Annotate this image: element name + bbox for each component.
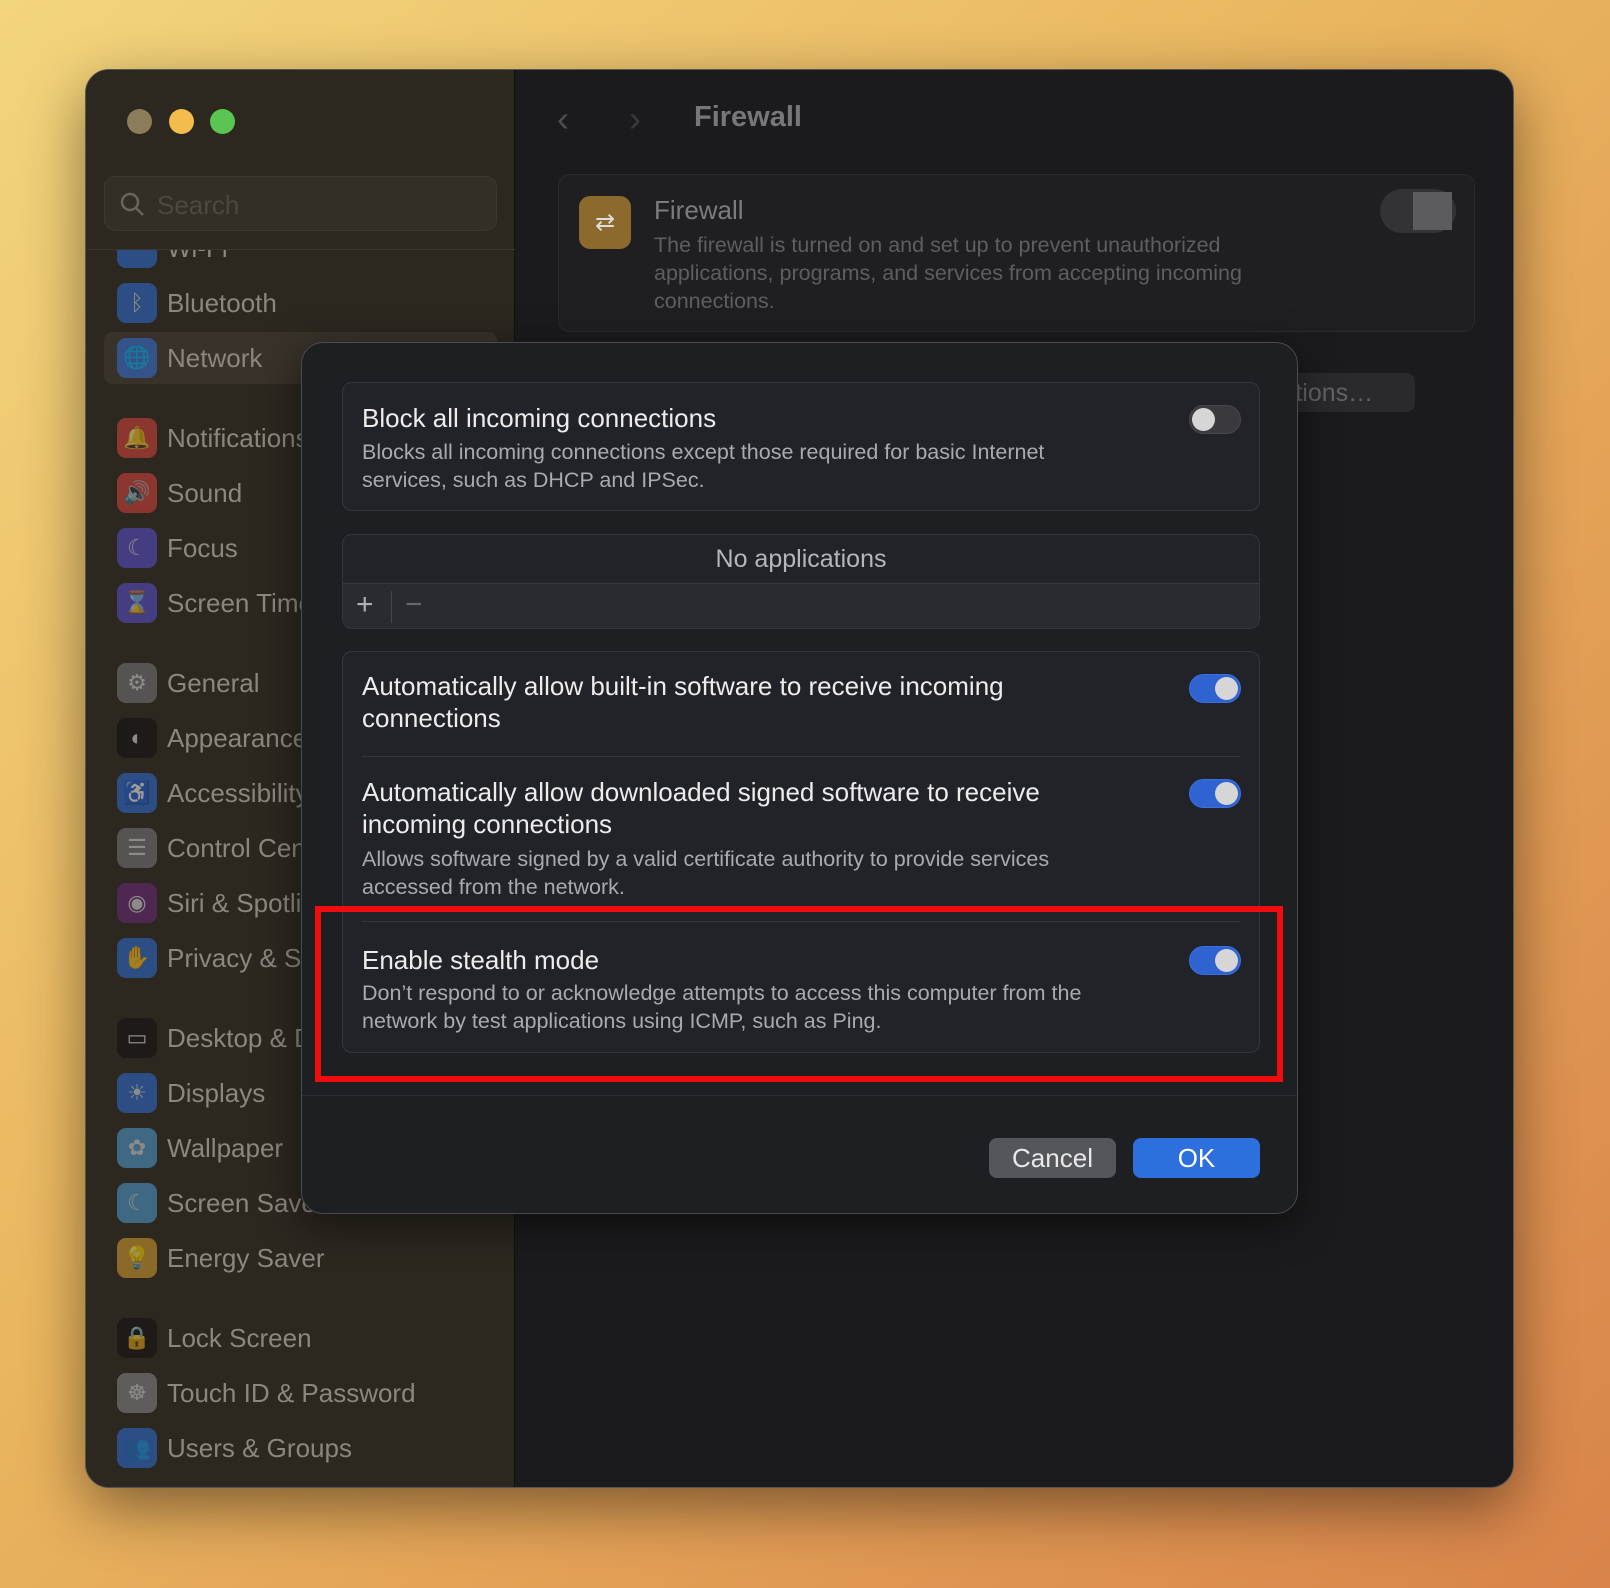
moon-icon: ☾ (117, 528, 157, 568)
fingerprint-icon: ☸ (117, 1373, 157, 1413)
sidebar-item-wi-fi[interactable]: ◠ Wi-Fi (104, 250, 497, 274)
desktop-icon: ▭ (117, 1018, 157, 1058)
block-all-title: Block all incoming connections (362, 403, 717, 433)
signed-description-line: accessed from the network. (362, 875, 625, 899)
sidebar-item-label: Appearance (167, 723, 308, 753)
divider (391, 591, 392, 623)
firewall-card: ⇄ Firewall The firewall is turned on and… (558, 174, 1475, 332)
signed-title-line: Automatically allow downloaded signed so… (362, 777, 1040, 807)
remove-app-button[interactable]: − (405, 588, 423, 622)
sidebar-item-label: Wi-Fi (167, 250, 228, 264)
sidebar-item-label: Energy Saver (167, 1243, 325, 1273)
users-icon: 👥 (117, 1428, 157, 1468)
screen-saver-icon: ☾ (117, 1183, 157, 1223)
sidebar-item-label: Screen Time (167, 588, 313, 618)
firewall-options-dialog: Block all incoming connections Blocks al… (301, 342, 1298, 1214)
sidebar-item-label: Bluetooth (167, 288, 277, 318)
back-button[interactable]: ‹ (557, 98, 569, 140)
firewall-shield-icon: ⇄ (579, 196, 631, 249)
list-toolbar: + − (343, 583, 1259, 628)
builtin-title-line: Automatically allow built-in software to… (362, 671, 1004, 701)
bell-icon: 🔔 (117, 418, 157, 458)
application-list: No applications + − (342, 534, 1260, 629)
sidebar-item-label: Accessibility (167, 778, 309, 808)
control-centre-icon: ☰ (117, 828, 157, 868)
page-title: Firewall (694, 101, 802, 133)
search-input[interactable]: Search (104, 176, 497, 231)
hourglass-icon: ⌛ (117, 583, 157, 623)
sidebar-item-label: Displays (167, 1078, 266, 1108)
block-all-toggle[interactable] (1189, 405, 1241, 434)
sidebar-item-label: Notifications (167, 423, 309, 453)
divider (362, 756, 1240, 757)
firewall-toggle[interactable] (1380, 189, 1456, 233)
signed-description-line: Allows software signed by a valid certif… (362, 847, 1050, 871)
sidebar-item-label: Focus (167, 533, 238, 563)
builtin-toggle[interactable] (1189, 674, 1241, 703)
divider (302, 1095, 1297, 1096)
block-all-description-line: Blocks all incoming connections except t… (362, 440, 1045, 464)
siri-icon: ◉ (117, 883, 157, 923)
gear-icon: ⚙ (117, 663, 157, 703)
ok-button[interactable]: OK (1133, 1138, 1260, 1178)
bluetooth-icon: ᛒ (117, 283, 157, 323)
sidebar-item-touch-id-password[interactable]: ☸ Touch ID & Password (104, 1367, 497, 1419)
sidebar-item-label: Wallpaper (167, 1133, 284, 1163)
flower-icon: ✿ (117, 1128, 157, 1168)
block-all-card: Block all incoming connections Blocks al… (342, 382, 1260, 511)
sidebar-item-lock-screen[interactable]: 🔒 Lock Screen (104, 1312, 497, 1364)
builtin-title-line: connections (362, 703, 501, 733)
cancel-button[interactable]: Cancel (989, 1138, 1116, 1178)
forward-button[interactable]: › (629, 98, 641, 140)
sidebar-item-label: Touch ID & Password (167, 1378, 416, 1408)
speaker-icon: 🔊 (117, 473, 157, 513)
block-all-description-line: services, such as DHCP and IPSec. (362, 468, 705, 492)
divider (86, 249, 515, 250)
sidebar-item-bluetooth[interactable]: ᛒ Bluetooth (104, 277, 497, 329)
hand-icon: ✋ (117, 938, 157, 978)
sidebar-item-label: Lock Screen (167, 1323, 312, 1353)
sidebar-item-label: General (167, 668, 260, 698)
search-placeholder: Search (157, 190, 240, 220)
signed-toggle[interactable] (1189, 779, 1241, 808)
appearance-icon: ◐ (117, 718, 157, 758)
lightbulb-icon: 💡 (117, 1238, 157, 1278)
highlight-annotation-box (315, 906, 1283, 1082)
sun-icon: ☀ (117, 1073, 157, 1113)
sidebar-item-label: Network (167, 343, 263, 373)
wifi-icon: ◠ (117, 250, 157, 268)
search-icon (120, 192, 144, 216)
globe-icon: 🌐 (117, 338, 157, 378)
minimize-button[interactable] (169, 109, 194, 134)
sidebar-item-label: Users & Groups (167, 1433, 352, 1463)
lock-icon: 🔒 (117, 1318, 157, 1358)
signed-title-line: incoming connections (362, 809, 613, 839)
close-button[interactable] (127, 109, 152, 134)
sidebar-item-users-groups[interactable]: 👥 Users & Groups (104, 1422, 497, 1474)
add-app-button[interactable]: + (356, 588, 374, 622)
no-applications-text: No applications (715, 545, 887, 573)
firewall-description: The firewall is turned on and set up to … (654, 233, 1242, 313)
accessibility-icon: ♿ (117, 773, 157, 813)
firewall-title: Firewall (654, 195, 744, 225)
sidebar-item-label: Sound (167, 478, 243, 508)
sidebar-item-energy-saver[interactable]: 💡 Energy Saver (104, 1232, 497, 1284)
zoom-button[interactable] (210, 109, 235, 134)
